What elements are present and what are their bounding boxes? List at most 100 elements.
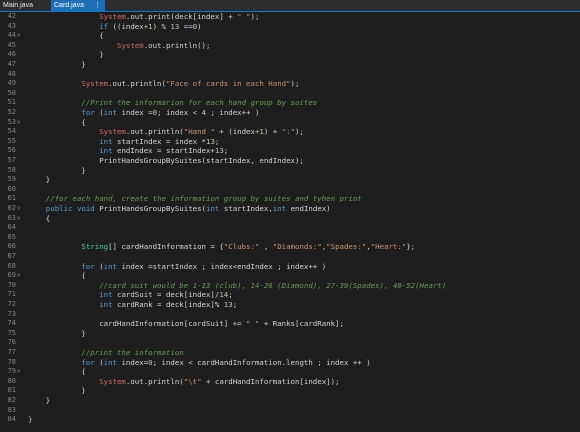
code-line[interactable]: for (int index=0; index < cardHandInform… xyxy=(81,358,370,368)
code-line[interactable]: int cardRank = deck[index]% 13; xyxy=(99,300,237,310)
code-line[interactable]: cardHandInformation[cardSuit] += " " + R… xyxy=(99,319,344,329)
code-line[interactable]: int endIndex = startIndex+13; xyxy=(99,146,228,156)
fold-chevron-icon[interactable]: ˅ xyxy=(17,31,20,41)
fold-chevron-icon[interactable]: ˅ xyxy=(17,214,20,224)
code-line[interactable]: } xyxy=(46,396,50,406)
line-number: 69 xyxy=(7,271,16,280)
fold-chevron-icon[interactable]: ˅ xyxy=(17,204,20,214)
code-token: //Print the informarion for each hand gr… xyxy=(81,98,318,108)
code-line[interactable]: for (int index =startIndex ; index<endIn… xyxy=(81,262,326,272)
code-line[interactable]: } xyxy=(99,50,103,60)
code-token: + Ranks[cardRank]; xyxy=(259,319,344,329)
code-token: ); xyxy=(290,79,300,89)
code-line[interactable]: { xyxy=(81,271,85,281)
line-number: 66 xyxy=(7,242,16,251)
code-token: ; xyxy=(228,290,233,300)
tab-card-java[interactable]: Card.java ⋮ xyxy=(51,0,105,11)
code-token: { xyxy=(45,213,51,223)
line-number: 50 xyxy=(7,88,16,97)
code-token: ) + xyxy=(263,127,282,137)
more-vert-icon[interactable]: ⋮ xyxy=(94,0,101,11)
code-line[interactable]: { xyxy=(81,367,85,377)
code-token: String xyxy=(81,242,109,252)
code-token: } xyxy=(45,396,51,405)
code-token: ); xyxy=(295,127,304,137)
code-line[interactable]: { xyxy=(99,31,103,41)
code-token: { xyxy=(81,117,86,127)
code-line[interactable]: } xyxy=(81,60,85,70)
code-line[interactable]: //Print the informarion for each hand gr… xyxy=(81,98,317,108)
fold-chevron-icon[interactable]: ˅ xyxy=(17,367,20,377)
line-number: 81 xyxy=(7,386,16,395)
code-line[interactable]: } xyxy=(81,329,85,339)
line-number: 55 xyxy=(7,136,16,145)
code-line[interactable]: for (int index =0; index < 4 ; index++ ) xyxy=(81,108,259,118)
code-line[interactable]: System.out.println("\t" + cardHandInform… xyxy=(99,377,339,387)
code-line[interactable]: System.out.println("Hand " + (index+1) +… xyxy=(99,127,304,137)
line-number: 65 xyxy=(7,232,16,241)
tab-main-java[interactable]: Main.java xyxy=(0,0,44,11)
tab-label: Main.java xyxy=(3,2,33,9)
line-number: 60 xyxy=(7,184,16,193)
code-token: ) xyxy=(197,21,202,31)
code-token: void xyxy=(76,204,95,213)
code-line[interactable]: } xyxy=(81,166,85,176)
code-line[interactable]: { xyxy=(81,118,85,128)
code-token: ; xyxy=(214,136,220,146)
code-token: System xyxy=(99,127,126,137)
code-line[interactable]: //for each hand, create the information … xyxy=(46,194,362,204)
code-token: .out.println( xyxy=(125,376,184,386)
line-number: 77 xyxy=(7,348,16,356)
code-area[interactable]: System.out.print(deck[index] + " "); if (… xyxy=(24,12,580,432)
line-number: 83 xyxy=(7,405,16,414)
line-number: 71 xyxy=(7,290,16,299)
line-number: 75 xyxy=(7,328,16,337)
code-line[interactable]: PrintHandsGroupBySuites(startIndex, endI… xyxy=(99,156,304,166)
code-token: int xyxy=(103,108,118,117)
code-token: index = xyxy=(117,108,153,117)
code-token: 13 xyxy=(170,21,180,31)
code-line[interactable]: System.out.println(); xyxy=(117,41,210,51)
line-number: 80 xyxy=(7,376,16,385)
code-token: [] cardHandInformation = { xyxy=(108,242,224,252)
code-line[interactable]: } xyxy=(81,386,85,396)
code-token: , xyxy=(259,242,273,252)
code-line[interactable]: } xyxy=(46,175,50,185)
code-token: int xyxy=(103,357,118,367)
code-line[interactable]: System.out.print(deck[index] + " "); xyxy=(99,12,259,22)
code-line[interactable]: { xyxy=(46,214,50,224)
code-token: + cardHandInformation[index]); xyxy=(201,376,340,386)
code-token: } xyxy=(99,50,104,60)
code-token: //for each hand, create the information … xyxy=(45,194,362,204)
line-number: 73 xyxy=(7,309,16,318)
code-line[interactable]: if ((index+1) % 13 ==0) xyxy=(99,22,201,32)
code-token: 14 xyxy=(219,290,229,300)
code-token: ( xyxy=(94,357,104,367)
code-line[interactable]: int startIndex = index *13; xyxy=(99,137,219,147)
fold-chevron-icon[interactable]: ˅ xyxy=(17,271,20,281)
code-line[interactable]: //card suit would be 1-13 (club), 14-26 … xyxy=(99,281,446,291)
code-token: //print the information xyxy=(81,348,184,357)
code-token: ( xyxy=(94,261,104,271)
code-line[interactable]: public void PrintHandsGroupBySuites(int … xyxy=(46,204,331,214)
code-token: startIndex, xyxy=(219,204,273,213)
code-line[interactable]: int cardSuit = deck[index]/14; xyxy=(99,290,233,300)
line-number: 49 xyxy=(7,79,16,88)
code-token: System xyxy=(99,376,126,386)
code-token: 13 xyxy=(206,136,215,146)
code-token: index =startIndex ; index<endIndex ; ind… xyxy=(117,261,327,271)
code-line[interactable]: //print the information xyxy=(81,348,183,358)
code-line[interactable]: String[] cardHandInformation = {"Clubs:"… xyxy=(81,242,415,252)
line-number: 63 xyxy=(7,213,16,222)
code-token: } xyxy=(81,328,86,338)
code-token: System xyxy=(81,79,109,89)
line-number: 64 xyxy=(7,223,16,232)
code-editor[interactable]: 42 43 44 ˅ 45 46 47 48 49 50 51 52 53 ˅ 54 55 56 57 58 59 60… xyxy=(0,12,580,432)
editor-tab-bar: Main.java Card.java ⋮ xyxy=(0,0,580,12)
code-line[interactable]: System.out.println("Face of cards in eac… xyxy=(81,79,299,89)
fold-chevron-icon[interactable]: ˅ xyxy=(17,118,20,128)
code-token: 13 xyxy=(214,146,224,156)
code-token: if xyxy=(99,21,109,31)
code-line[interactable]: } xyxy=(28,415,32,425)
code-token: .out.println(); xyxy=(143,40,211,50)
